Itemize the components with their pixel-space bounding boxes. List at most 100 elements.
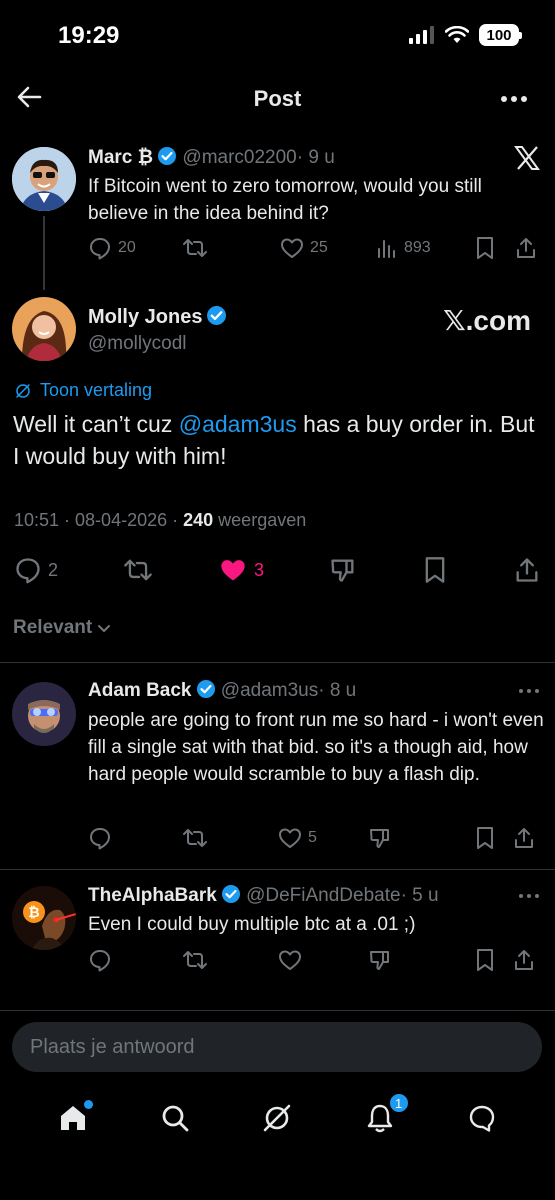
bookmark-button[interactable] — [474, 826, 512, 850]
reply-composer-input[interactable]: Plaats je antwoord — [12, 1022, 542, 1072]
avatar-molly[interactable] — [12, 297, 76, 361]
main-post-text: Well it can’t cuz @adam3us has a buy ord… — [13, 408, 538, 472]
reply-actions — [88, 948, 543, 972]
author-handle: @mollycodl — [88, 333, 187, 354]
translate-link[interactable]: Toon vertaling — [14, 380, 152, 401]
views-button[interactable]: 893 — [376, 237, 474, 259]
reply-count: 2 — [48, 559, 59, 580]
heart-icon — [279, 950, 301, 970]
reply-placeholder: Plaats je antwoord — [30, 1035, 195, 1058]
main-post-author: Molly Jones — [88, 305, 227, 329]
author-handle: @adam3us — [220, 680, 319, 701]
reply-button[interactable] — [88, 948, 182, 972]
nav-search[interactable] — [159, 1102, 191, 1134]
translate-label: Toon vertaling — [40, 380, 153, 400]
verified-badge-icon — [221, 884, 241, 904]
sort-dropdown[interactable]: Relevant — [13, 617, 112, 639]
chat-icon — [469, 1105, 495, 1132]
thumbs-down-icon — [331, 559, 354, 582]
like-button[interactable]: 25 — [280, 236, 376, 260]
divider — [0, 869, 555, 870]
thumbs-down-icon — [370, 951, 389, 970]
reply-text: people are going to front run me so hard… — [88, 710, 544, 785]
repost-button[interactable] — [182, 826, 278, 850]
heart-icon — [279, 828, 301, 848]
page-title: Post — [253, 86, 302, 111]
post-text-part: Well it can’t cuz — [13, 411, 179, 437]
wifi-icon — [445, 26, 469, 44]
avatar-marc[interactable] — [12, 147, 76, 211]
like-count: 25 — [310, 239, 328, 256]
repost-button[interactable] — [182, 948, 278, 972]
author-handle: @marc02200 — [182, 147, 297, 168]
divider — [0, 662, 555, 663]
like-button[interactable]: 5 — [278, 826, 368, 850]
share-icon — [516, 558, 538, 582]
post-age: · 9 u — [296, 147, 335, 168]
reply-button[interactable]: 20 — [88, 236, 182, 260]
nav-notifications[interactable]: 1 — [364, 1092, 410, 1134]
bookmark-button[interactable] — [422, 556, 448, 584]
dislike-button[interactable] — [329, 556, 357, 584]
more-options-icon[interactable] — [518, 893, 540, 899]
source-label[interactable]: 𝕏.com — [443, 304, 531, 337]
avatar-adam[interactable] — [12, 682, 76, 746]
bookmark-icon — [477, 949, 493, 971]
share-button[interactable] — [513, 556, 541, 584]
avatar-alphabark[interactable]: ₿ — [12, 886, 76, 950]
mention-link[interactable]: @adam3us — [179, 411, 297, 437]
repost-icon — [124, 559, 152, 581]
reply-button[interactable] — [88, 826, 182, 850]
reply-icon — [16, 558, 40, 584]
repost-icon — [183, 239, 207, 257]
views-icon — [378, 240, 395, 258]
post-age: · 5 u — [400, 885, 439, 906]
more-options-icon[interactable] — [500, 95, 528, 103]
like-count: 3 — [253, 559, 264, 580]
share-button[interactable] — [514, 236, 538, 260]
x-logo-icon — [514, 146, 540, 170]
chevron-down-icon — [98, 625, 111, 632]
reply-text: Even I could buy multiple btc at a .01 ;… — [88, 914, 416, 935]
share-icon — [515, 828, 533, 848]
share-button[interactable] — [512, 826, 536, 850]
reply-icon — [90, 828, 110, 850]
more-options-icon[interactable] — [518, 688, 540, 694]
home-notification-dot — [84, 1100, 94, 1109]
reply-actions: 5 — [88, 826, 543, 850]
author-name[interactable]: TheAlphaBark — [88, 885, 217, 906]
heart-filled-icon — [221, 560, 245, 581]
like-button[interactable]: 3 — [218, 556, 264, 584]
main-post-actions: 2 3 — [14, 556, 541, 584]
reply-button[interactable]: 2 — [14, 556, 58, 584]
verified-badge-icon — [206, 305, 227, 326]
thread-line — [43, 216, 45, 290]
author-name[interactable]: Molly Jones — [88, 306, 202, 328]
repost-icon — [183, 951, 207, 969]
search-icon — [162, 1105, 189, 1132]
repost-button[interactable] — [123, 556, 153, 584]
battery-indicator: 100 — [479, 24, 522, 46]
grok-icon — [264, 1104, 291, 1132]
heart-icon — [281, 238, 303, 258]
share-icon — [517, 238, 535, 258]
dislike-button[interactable] — [368, 948, 474, 972]
translate-icon — [16, 383, 30, 398]
parent-post-header: Marc ₿ @marc02200· 9 u — [88, 146, 335, 169]
signal-icon — [409, 26, 435, 44]
share-button[interactable] — [512, 948, 536, 972]
nav-messages[interactable] — [466, 1102, 498, 1134]
bookmark-icon — [477, 237, 493, 259]
repost-button[interactable] — [182, 236, 280, 260]
dislike-button[interactable] — [368, 826, 474, 850]
author-name[interactable]: Marc ₿ — [88, 147, 153, 168]
author-name[interactable]: Adam Back — [88, 680, 192, 701]
nav-home[interactable] — [57, 1100, 94, 1134]
bookmark-button[interactable] — [474, 236, 514, 260]
like-button[interactable] — [278, 948, 368, 972]
like-count: 5 — [308, 829, 317, 846]
bookmark-button[interactable] — [474, 948, 512, 972]
nav-grok[interactable] — [261, 1102, 293, 1134]
parent-post-actions: 20 25 893 — [88, 236, 543, 260]
post-meta: 10:51 · 08-04-2026 · 240 weergaven — [14, 510, 306, 531]
